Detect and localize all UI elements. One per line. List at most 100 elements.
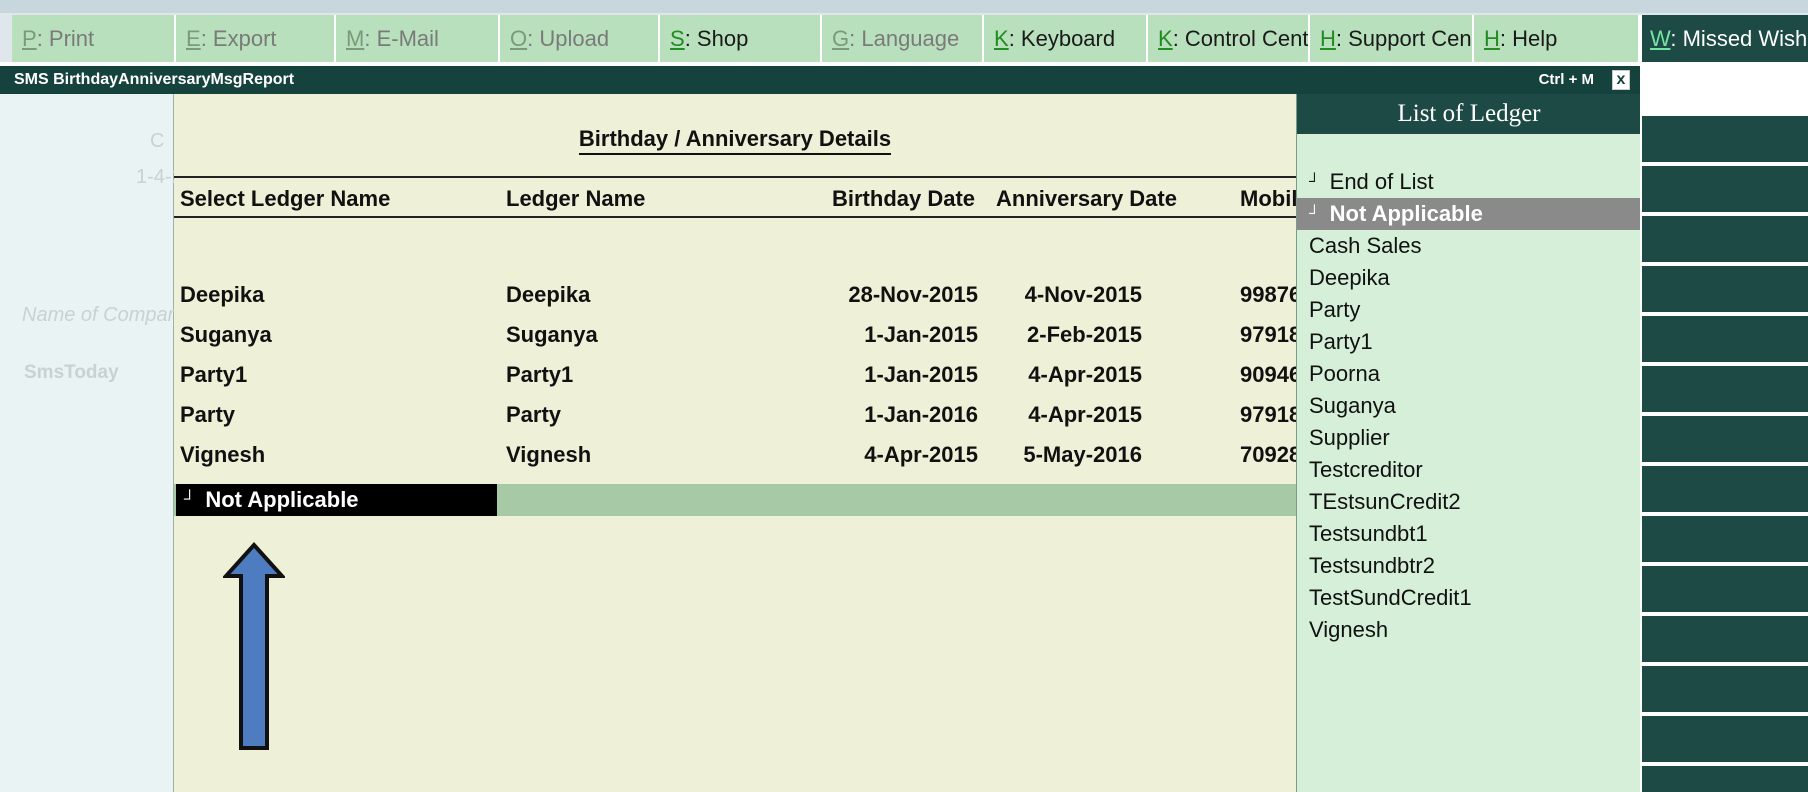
side-button[interactable] [1642, 666, 1808, 712]
ledger-list-item-label: Testcreditor [1309, 457, 1423, 482]
menu-label: Language [861, 26, 960, 51]
anniversary-cell: 2-Feb-2015 [1027, 322, 1142, 347]
top-menu-bar: P: Print E: Export M: E-Mail O: Upload S: Sh… [0, 0, 1808, 62]
ledger-list-item[interactable]: Vignesh [1297, 614, 1641, 646]
menu-label: Shop [696, 26, 749, 51]
ledger-list-item[interactable]: TestSundCredit1 [1297, 582, 1641, 614]
side-button[interactable] [1642, 566, 1808, 612]
side-button[interactable] [1642, 516, 1808, 562]
up-arrow-icon [223, 542, 285, 750]
menu-shop[interactable]: S: Shop [660, 15, 822, 62]
menu-shortcut-key: H [1484, 26, 1500, 51]
ledger-list-item-label: Party [1309, 297, 1361, 322]
menu-shortcut-key: P [22, 26, 37, 51]
menu-shortcut-key: G [832, 26, 850, 51]
side-button[interactable] [1642, 366, 1808, 412]
ledger-list-item[interactable]: TEstsunCredit2 [1297, 486, 1641, 518]
side-button[interactable] [1642, 266, 1808, 312]
menu-shortcut-key: E [186, 26, 201, 51]
birthday-cell: 4-Apr-2015 [864, 442, 978, 467]
table-row[interactable]: Deepika Deepika 28-Nov-2015 4-Nov-2015 99876 [174, 276, 1296, 316]
menu-label: Keyboard [1020, 26, 1116, 51]
ledger-name-cell: Deepika [506, 282, 591, 307]
ledger-list-item-label: Party1 [1309, 329, 1373, 354]
side-button[interactable] [1642, 166, 1808, 212]
column-header-ledger-name: Ledger Name [506, 186, 646, 211]
ledger-list-item-label: Testsundbtr2 [1309, 553, 1435, 578]
select-ledger-cell: Party1 [180, 362, 248, 387]
select-ledger-active-field[interactable]: ┘ Not Applicable [176, 484, 497, 516]
report-title: Birthday / Anniversary Details [174, 126, 1296, 155]
mobile-cell: 97918 [1240, 402, 1296, 427]
menu-shortcut-key: H [1320, 26, 1336, 51]
table-row[interactable]: Suganya Suganya 1-Jan-2015 2-Feb-2015 97918 [174, 316, 1296, 356]
ledger-list-item-label: Cash Sales [1309, 233, 1422, 258]
column-header-birthday: Birthday Date [832, 186, 976, 211]
side-button[interactable] [1642, 616, 1808, 662]
active-entry-row: ┘ Not Applicable [174, 484, 1296, 516]
ledger-list-item[interactable]: Testsundbtr2 [1297, 550, 1641, 582]
ledger-list-item[interactable]: Testcreditor [1297, 454, 1641, 486]
side-button[interactable] [1642, 216, 1808, 262]
birthday-cell: 1-Jan-2016 [864, 402, 978, 427]
ledger-list-item[interactable]: Supplier [1297, 422, 1641, 454]
menu-support-centre[interactable]: H: Support Centre [1310, 15, 1474, 62]
ledger-list-item-label: Deepika [1309, 265, 1390, 290]
menu-print[interactable]: P: Print [12, 15, 176, 62]
missed-wishes-button[interactable]: W: Missed Wishes [1640, 15, 1808, 62]
side-button[interactable] [1642, 416, 1808, 462]
menu-label: Control Centre [1184, 26, 1309, 51]
side-button[interactable] [1642, 466, 1808, 512]
window-shortcut: Ctrl + M [1538, 71, 1594, 88]
ledger-list-item[interactable]: Poorna [1297, 358, 1641, 390]
side-button[interactable] [1642, 316, 1808, 362]
menu-control-centre[interactable]: K: Control Centre [1148, 15, 1310, 62]
menu-upload[interactable]: O: Upload [500, 15, 660, 62]
ledger-name-cell: Vignesh [506, 442, 592, 467]
close-icon[interactable]: x [1612, 70, 1630, 90]
ledger-list-item-label: Suganya [1309, 393, 1396, 418]
menu-help[interactable]: H: Help [1474, 15, 1640, 62]
anniversary-cell: 4-Apr-2015 [1028, 362, 1142, 387]
background-company-panel: C 1-4-2 Name of Company SmsToday [0, 94, 189, 792]
ledger-list-item[interactable]: Deepika [1297, 262, 1641, 294]
ledger-list-item[interactable]: Suganya [1297, 390, 1641, 422]
menu-label: Print [48, 26, 95, 51]
column-header-mobile: Mobile [1240, 186, 1296, 211]
menu-export[interactable]: E: Export [176, 15, 336, 62]
return-marker-icon: ┘ [184, 491, 196, 508]
select-ledger-cell: Party [180, 402, 236, 427]
table-row[interactable]: Party Party 1-Jan-2016 4-Apr-2015 97918 [174, 396, 1296, 436]
return-marker-icon: ┘ [1309, 205, 1320, 222]
company-name: SmsToday [24, 362, 119, 383]
ledger-list-item[interactable]: ┘ End of List [1297, 166, 1641, 198]
mobile-cell: 97918 [1240, 322, 1296, 347]
side-button[interactable] [1642, 116, 1808, 162]
menu-keyboard[interactable]: K: Keyboard [984, 15, 1148, 62]
ledger-list-item[interactable]: Cash Sales [1297, 230, 1641, 262]
ledger-list-item[interactable]: Party1 [1297, 326, 1641, 358]
missed-wishes-label: Missed Wishes [1682, 26, 1808, 51]
ledger-list-item[interactable]: Testsundbt1 [1297, 518, 1641, 550]
table-row[interactable]: Vignesh Vignesh 4-Apr-2015 5-May-2016 70928 [174, 436, 1296, 476]
ledger-list-item-label: Poorna [1309, 361, 1380, 386]
anniversary-cell: 4-Apr-2015 [1028, 402, 1142, 427]
ledger-list-item[interactable]: ┘ Not Applicable [1297, 198, 1641, 230]
side-button[interactable] [1642, 716, 1808, 762]
ledger-list-item-label: Not Applicable [1329, 201, 1483, 226]
menu-language[interactable]: G: Language [822, 15, 984, 62]
list-of-ledger-panel: List of Ledger ┘ End of List ┘ Not Applicab… [1296, 94, 1641, 792]
report-title-text: Birthday / Anniversary Details [578, 126, 892, 155]
side-button[interactable] [1642, 766, 1808, 792]
table-row[interactable]: Party1 Party1 1-Jan-2015 4-Apr-2015 90946 [174, 356, 1296, 396]
ledger-list-item[interactable]: Party [1297, 294, 1641, 326]
ledger-list-item-label: Testsundbt1 [1309, 521, 1428, 546]
anniversary-cell: 5-May-2016 [1023, 442, 1142, 467]
select-ledger-cell: Deepika [180, 282, 265, 307]
right-button-column [1640, 62, 1808, 792]
background-fragment: C [150, 130, 165, 152]
menu-shortcut-key: O [510, 26, 528, 51]
name-of-company-label: Name of Company [22, 304, 189, 326]
return-marker-icon: ┘ [1309, 173, 1320, 190]
menu-e-mail[interactable]: M: E-Mail [336, 15, 500, 62]
